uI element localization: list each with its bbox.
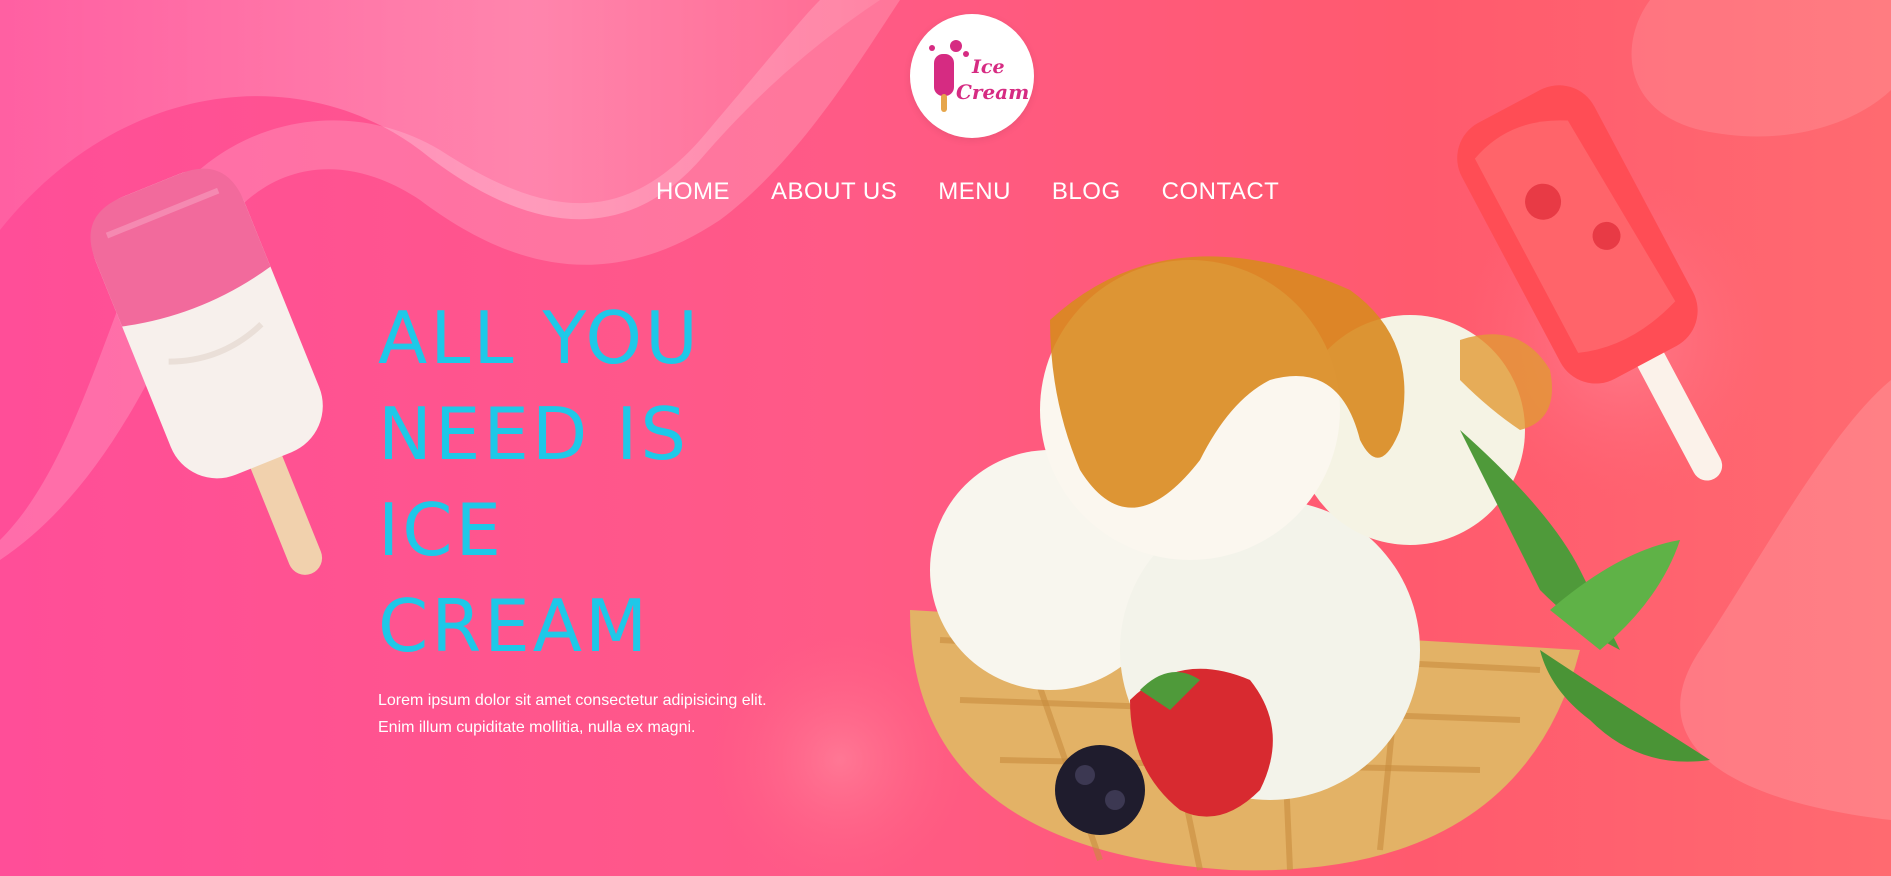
pink-white-popsicle-image [90, 168, 323, 575]
hero-description-line-1: Lorem ipsum dolor sit amet consectetur a… [378, 692, 767, 709]
hero-title-line-4: CREAM [378, 584, 651, 668]
hero-title-line-2: NEED IS [378, 392, 690, 476]
hero-title: ALL YOU NEED IS ICE CREAM [378, 290, 701, 674]
brand-logo[interactable]: Ice Cream [910, 14, 1034, 138]
logo-text-ice: Ice [972, 56, 1005, 78]
nav-contact[interactable]: CONTACT [1162, 178, 1280, 206]
nav-menu[interactable]: MENU [938, 178, 1011, 206]
nav-home[interactable]: HOME [656, 178, 730, 206]
hero-description-line-2: Enim illum cupiditate mollitia, nulla ex… [378, 719, 696, 736]
hero-title-line-3: ICE [378, 488, 504, 572]
main-nav: HOME ABOUT US MENU BLOG CONTACT [656, 178, 1279, 206]
hero-description: Lorem ipsum dolor sit amet consectetur a… [378, 687, 767, 741]
ice-cream-bowl-image [910, 256, 1710, 871]
hero-title-line-1: ALL YOU [378, 296, 701, 380]
nav-about-us[interactable]: ABOUT US [771, 178, 897, 206]
logo-text-cream: Cream [956, 80, 1030, 104]
nav-blog[interactable]: BLOG [1052, 178, 1121, 206]
